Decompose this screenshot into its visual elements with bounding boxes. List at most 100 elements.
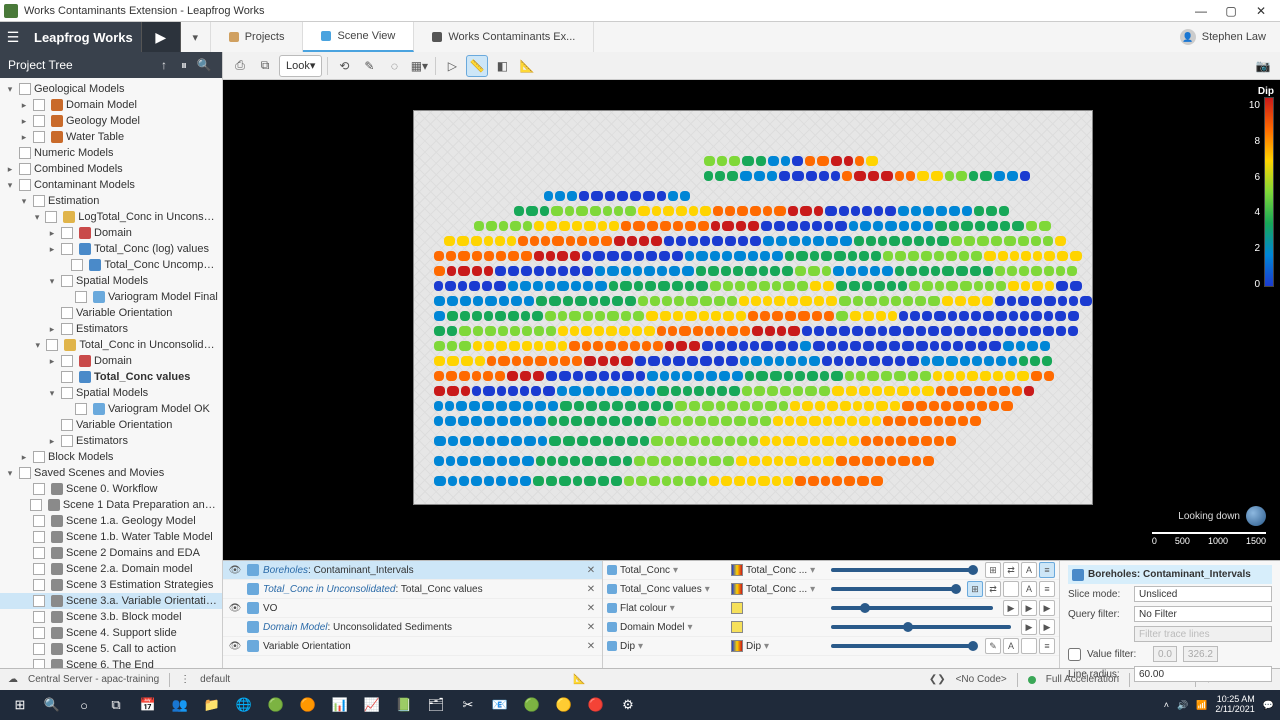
tree-node[interactable]: Scene 2 Domains and EDA [0,545,222,561]
taskbar-app[interactable]: 🟢 [262,691,290,719]
visibility-check[interactable] [33,643,45,655]
line-radius-input[interactable]: 60.00 [1134,666,1272,682]
visibility-check[interactable] [61,227,73,239]
visibility-check[interactable] [61,435,73,447]
value-filter-check[interactable] [1068,648,1081,661]
taskbar-app[interactable]: ⧉ [102,691,130,719]
tree-node[interactable]: ▾Contaminant Models [0,177,222,193]
scene-item-row[interactable]: 👁Variable Orientation✕ [223,637,602,656]
search-icon[interactable]: 🔍 [194,58,214,72]
tree-node[interactable]: ▸Estimators [0,321,222,337]
tree-node[interactable]: Scene 1.a. Geology Model [0,513,222,529]
expand-icon[interactable]: ▸ [4,164,16,175]
expand-icon[interactable]: ▸ [46,436,58,447]
tab-scene-view[interactable]: Scene View [303,22,414,52]
expand-icon[interactable]: ▸ [18,452,30,463]
prop-button[interactable]: A [1003,638,1019,654]
tree-node[interactable]: ▾Saved Scenes and Movies [0,465,222,481]
tool-grid[interactable]: ▦▾ [408,55,430,77]
scene-item-row[interactable]: Total_Conc in Unconsolidated: Total_Conc… [223,580,602,599]
expand-icon[interactable]: ▸ [18,132,30,143]
tree-node[interactable]: ▸Estimators [0,433,222,449]
visibility-check[interactable] [61,355,73,367]
tree-node[interactable]: Scene 2.a. Domain model [0,561,222,577]
visibility-toggle[interactable]: 👁 [227,565,243,576]
visibility-check[interactable] [19,179,31,191]
tree-node[interactable]: Scene 6. The End [0,657,222,668]
taskbar-app[interactable]: 🟡 [550,691,578,719]
taskbar-app[interactable]: 📅 [134,691,162,719]
taskbar-app[interactable]: 👥 [166,691,194,719]
pause-icon[interactable]: ⏸ [174,58,194,73]
tool-plane[interactable]: ◧ [491,55,513,77]
prop-button[interactable]: ▶ [1039,619,1055,635]
prop-button[interactable]: A [1021,581,1037,597]
visibility-check[interactable] [33,451,45,463]
tool-ruler[interactable]: 📐 [516,55,538,77]
prop-button[interactable]: ⊞ [967,581,983,597]
tree-node[interactable]: Total_Conc Uncomposited Values [0,257,222,273]
tree-node[interactable]: Scene 0. Workflow [0,481,222,497]
visibility-check[interactable] [33,515,45,527]
menu-button[interactable]: ☰ [0,22,26,52]
tree-node[interactable]: ▾Spatial Models [0,385,222,401]
remove-item[interactable]: ✕ [584,584,598,595]
expand-icon[interactable]: ▾ [4,180,16,191]
visibility-toggle[interactable]: 👁 [227,641,243,652]
prop-button[interactable] [1021,638,1037,654]
tree-node[interactable]: ▾LogTotal_Conc in Unconsolidated [0,209,222,225]
prop-button[interactable]: ≡ [1039,581,1055,597]
visibility-check[interactable] [75,403,87,415]
prop-button[interactable]: ▶ [1021,619,1037,635]
visibility-check[interactable] [30,499,42,511]
tool-edit[interactable]: ✎ [358,55,380,77]
tab-dropdown[interactable]: ▾ [181,22,211,52]
taskbar-app[interactable]: ⚙ [614,691,642,719]
tree-node[interactable]: Numeric Models [0,145,222,161]
tool-camera[interactable]: 📷 [1252,55,1274,77]
tool-copy[interactable]: ⧉ [254,55,276,77]
tree-node[interactable]: ▸Combined Models [0,161,222,177]
visibility-check[interactable] [33,611,45,623]
tool-rotate[interactable]: ⟲ [333,55,355,77]
taskbar-app[interactable]: 📁 [198,691,226,719]
expand-icon[interactable]: ▾ [32,340,43,351]
taskbar-app[interactable]: 🔴 [582,691,610,719]
taskbar-app[interactable]: 🗂 [422,691,450,719]
scene-items-props[interactable]: Total_Conc▾Total_Conc ...▾⊞⇄A≡Total_Conc… [603,561,1060,668]
tool-screenshot[interactable]: ⎙ [229,55,251,77]
tree-node[interactable]: Variogram Model OK [0,401,222,417]
tree-node[interactable]: Variogram Model Final [0,289,222,305]
visibility-check[interactable] [19,163,31,175]
tab-works-contaminants-ex-[interactable]: Works Contaminants Ex... [414,22,594,52]
visibility-toggle[interactable]: 👁 [227,603,243,614]
prop-button[interactable]: ✎ [985,638,1001,654]
tree-node[interactable]: ▸Domain [0,353,222,369]
scene-prop-row[interactable]: Total_Conc▾Total_Conc ...▾⊞⇄A≡ [603,561,1059,580]
scene-prop-row[interactable]: Flat colour▾▶▶▶ [603,599,1059,618]
tree-node[interactable]: Scene 3 Estimation Strategies [0,577,222,593]
scene-items-list[interactable]: 👁Boreholes: Contaminant_Intervals✕Total_… [223,561,603,668]
visibility-check[interactable] [61,323,73,335]
tree-node[interactable]: ▸Geology Model [0,113,222,129]
tree-node[interactable]: Scene 3.b. Block model [0,609,222,625]
tree-node[interactable]: Scene 1 Data Preparation and visualisati… [0,497,222,513]
scene-item-row[interactable]: Domain Model: Unconsolidated Sediments✕ [223,618,602,637]
expand-icon[interactable]: ▾ [46,388,58,399]
taskbar-app[interactable]: 🟠 [294,691,322,719]
slice-mode-select[interactable]: Unsliced [1134,586,1272,602]
tray-up[interactable]: ˄ [1164,700,1169,710]
scene-prop-row[interactable]: Dip▾Dip▾✎A≡ [603,637,1059,656]
visibility-check[interactable] [33,595,45,607]
tree-node[interactable]: ▾Estimation [0,193,222,209]
visibility-check[interactable] [61,307,73,319]
prop-button[interactable]: ⇄ [985,581,1001,597]
prop-button[interactable] [1003,581,1019,597]
taskbar-app[interactable]: 🟢 [518,691,546,719]
expand-icon[interactable]: ▸ [18,100,30,111]
visibility-check[interactable] [61,419,73,431]
tool-lasso[interactable]: ◌ [383,55,405,77]
taskbar-app[interactable]: 📈 [358,691,386,719]
taskbar-app[interactable]: 🌐 [230,691,258,719]
prop-button[interactable]: ≡ [1039,562,1055,578]
